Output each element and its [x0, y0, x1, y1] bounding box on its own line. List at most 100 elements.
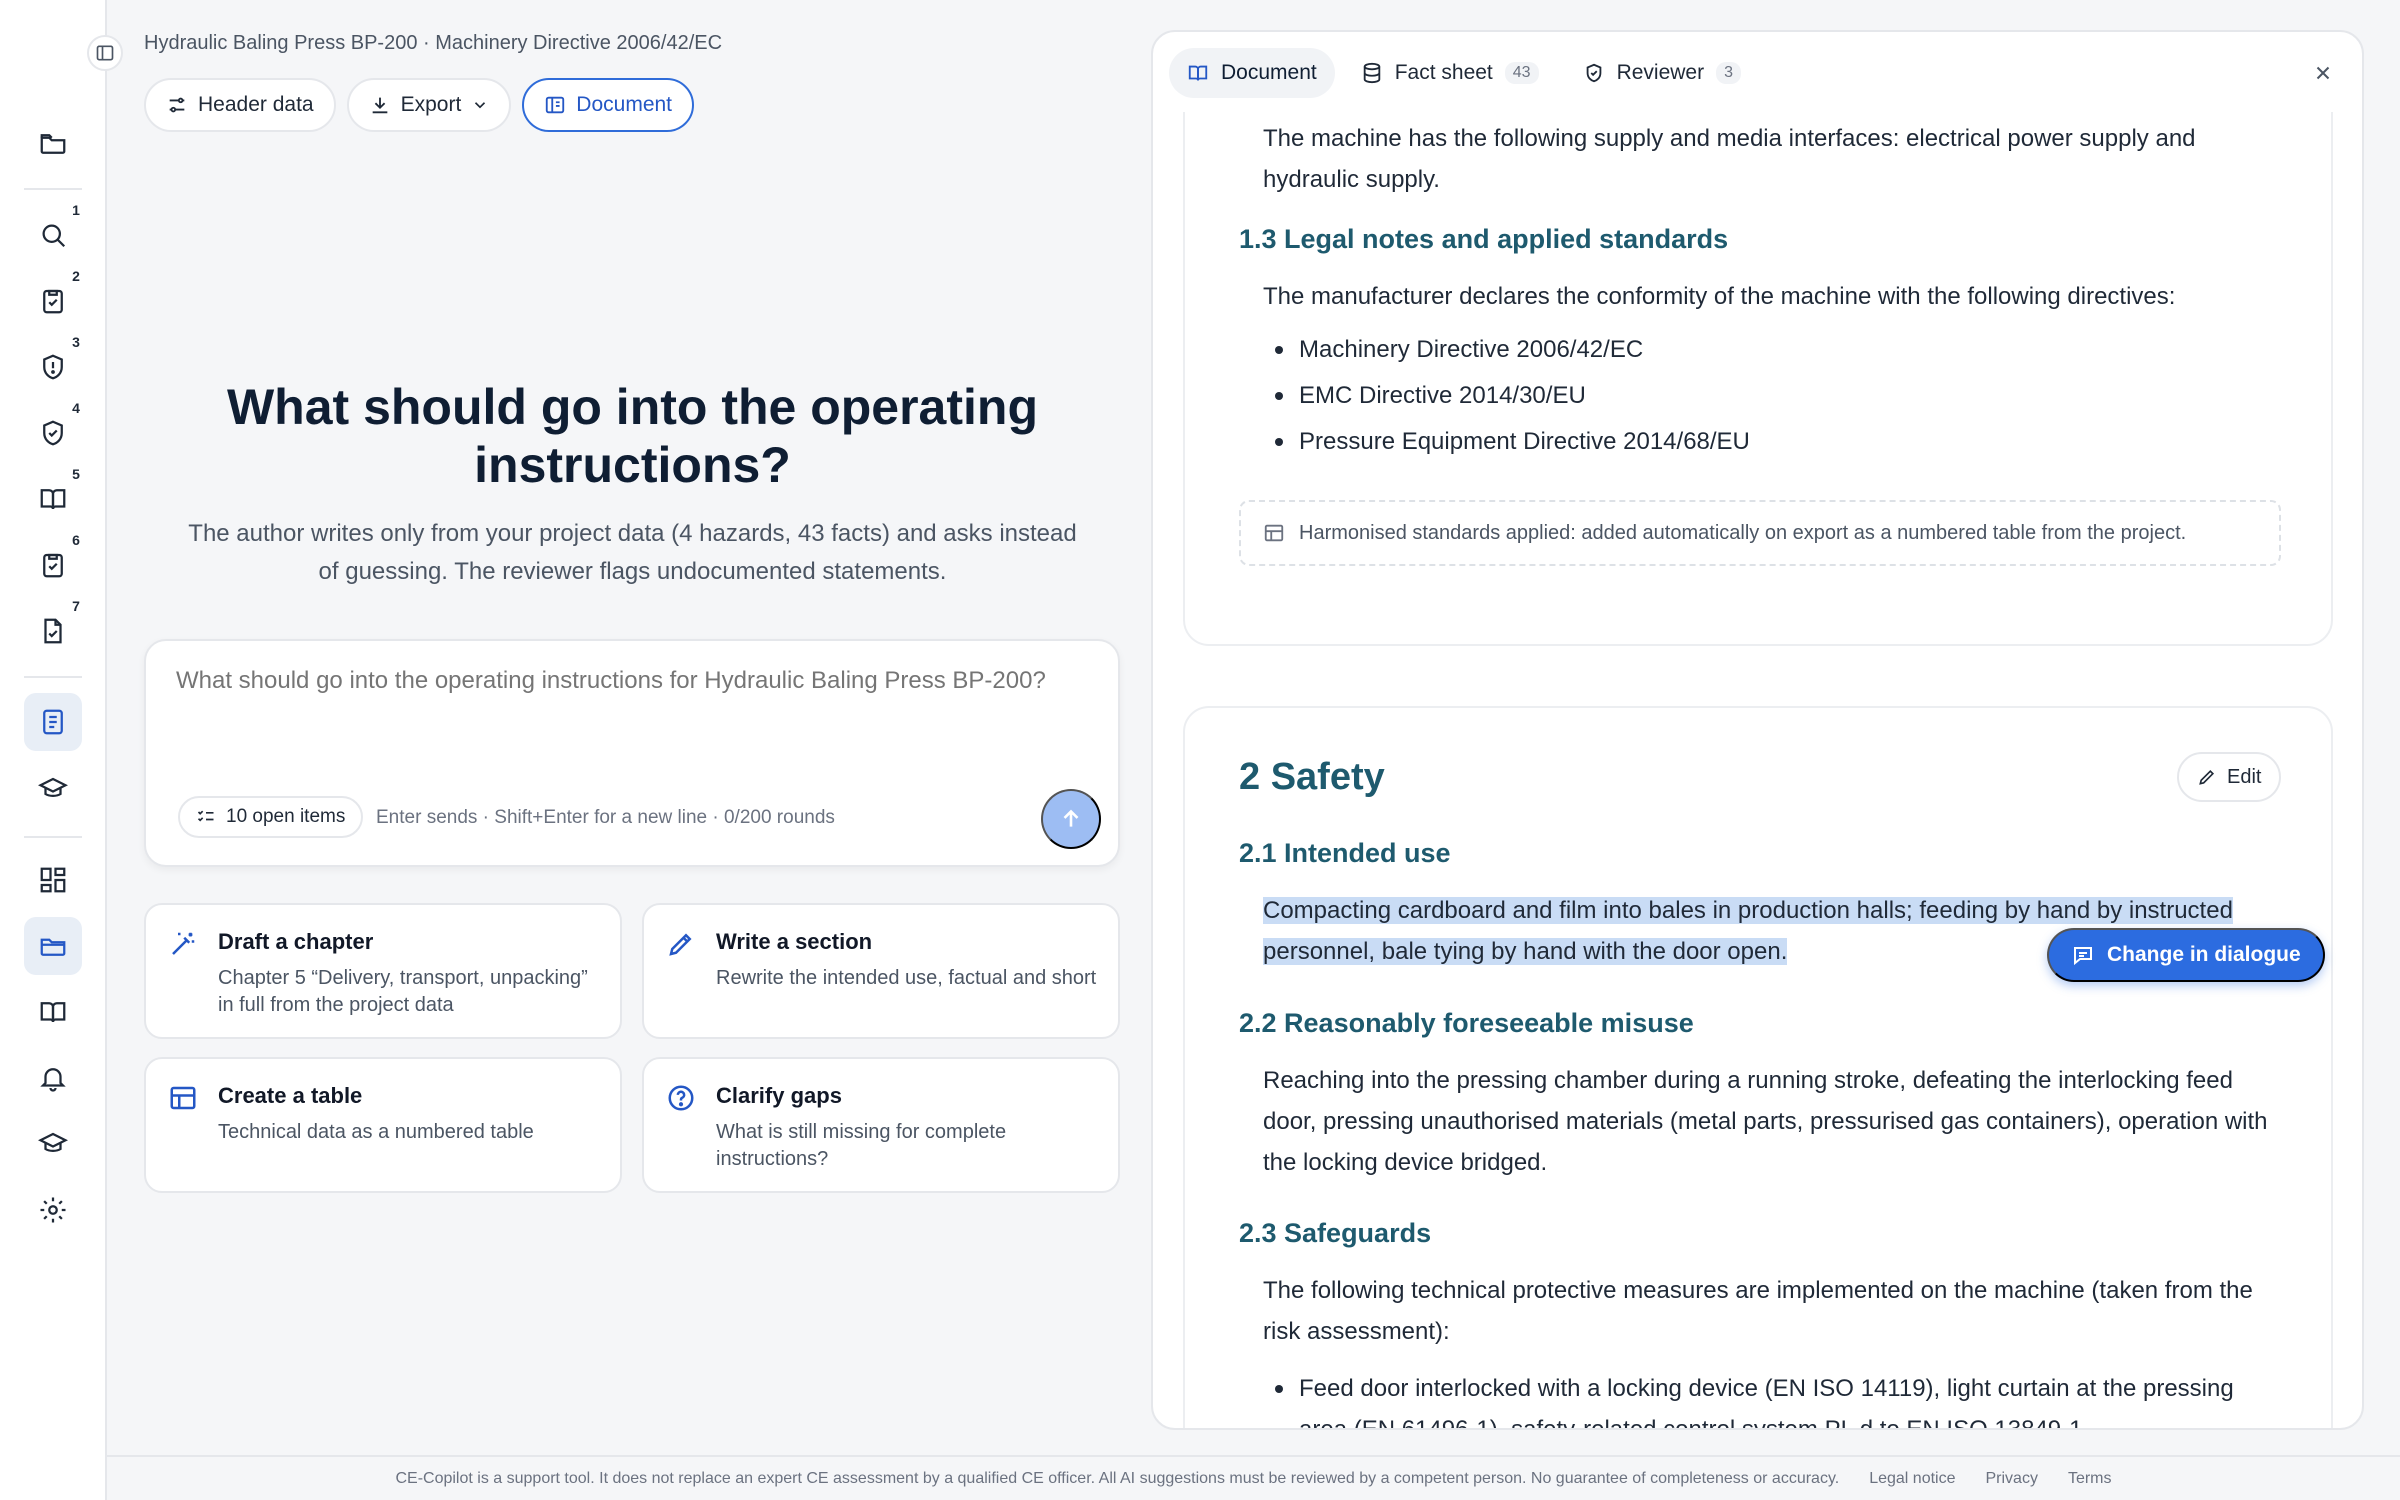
section-1-3-heading: 1.3 Legal notes and applied standards: [1239, 224, 1729, 254]
left-rail: 1 2 3 4 5 6 7: [0, 0, 107, 1500]
step-badge: 6: [66, 530, 86, 550]
section-2-2-heading: 2.2 Reasonably foreseeable misuse: [1239, 1008, 1694, 1038]
open-items-label: 10 open items: [226, 806, 346, 827]
toolbar: Header data Export Document: [144, 78, 695, 132]
table-icon: [168, 1083, 198, 1113]
composer-hint: Enter sends · Shift+Enter for a new line…: [376, 807, 835, 828]
close-icon[interactable]: [2312, 62, 2334, 84]
legal-notice-link[interactable]: Legal notice: [1869, 1470, 1955, 1488]
section-2-3-heading: 2.3 Safeguards: [1239, 1218, 1432, 1248]
prompt-composer: 10 open items Enter sends · Shift+Enter …: [144, 639, 1120, 867]
open-items-button[interactable]: 10 open items: [178, 796, 364, 838]
step-badge: 2: [66, 266, 86, 286]
dashboard-grid-icon[interactable]: [24, 851, 82, 909]
tab-label: Reviewer: [1616, 61, 1705, 84]
arrow-up-icon: [1063, 809, 1079, 827]
document-scroll-area[interactable]: The machine has the following supply and…: [1153, 112, 2362, 1428]
book-open-icon: [1188, 65, 1208, 81]
dialogue-label: Change in dialogue: [2107, 943, 2301, 966]
step-3-shield-alert-icon[interactable]: 3: [24, 332, 86, 396]
edit-button[interactable]: Edit: [2177, 752, 2282, 802]
suggestion-card-write-section[interactable]: Write a section Rewrite the intended use…: [642, 903, 1120, 1039]
graduation-cap-icon[interactable]: [24, 1115, 82, 1173]
document-panel: Document Fact sheet 43 Reviewer 3 The ma…: [1151, 30, 2364, 1430]
suggestion-card-draft-chapter[interactable]: Draft a chapter Chapter 5 “Delivery, tra…: [144, 903, 622, 1039]
card-description: What is still missing for complete instr…: [716, 1121, 1007, 1170]
card-title: Draft a chapter: [218, 929, 374, 954]
standards-note: Harmonised standards applied: added auto…: [1239, 500, 2281, 566]
pencil-icon: [666, 929, 696, 959]
safeguards-list: Feed door interlocked with a locking dev…: [1263, 1368, 2283, 1428]
step-badge: 3: [66, 332, 86, 352]
tab-count-badge: 43: [1504, 62, 1539, 84]
section-2-1-heading: 2.1 Intended use: [1239, 838, 1451, 868]
question-circle-icon: [666, 1083, 696, 1113]
footer-disclaimer: CE-Copilot is a support tool. It does no…: [395, 1469, 1840, 1487]
chapter-1-card: The machine has the following supply and…: [1183, 112, 2333, 646]
page-title: What should go into the operating instru…: [226, 379, 1038, 493]
document-label: Document: [576, 93, 673, 116]
misuse-paragraph: Reaching into the pressing chamber durin…: [1263, 1067, 2268, 1176]
directives-list: Machinery Directive 2006/42/EC EMC Direc…: [1263, 329, 2283, 467]
export-button[interactable]: Export: [346, 78, 512, 132]
card-title: Clarify gaps: [716, 1083, 842, 1108]
suggestion-card-create-table[interactable]: Create a table Technical data as a numbe…: [144, 1057, 622, 1193]
export-label: Export: [400, 93, 462, 116]
download-icon: [372, 97, 387, 114]
document-button[interactable]: Document: [522, 78, 695, 132]
sidebar-toggle-icon[interactable]: [87, 35, 123, 71]
interfaces-paragraph: The machine has the following supply and…: [1263, 125, 2196, 193]
library-book-icon[interactable]: [24, 983, 82, 1041]
card-description: Rewrite the intended use, factual and sh…: [716, 967, 1097, 989]
list-item: Feed door interlocked with a locking dev…: [1263, 1368, 2283, 1428]
panel-icon: [546, 96, 565, 114]
conformity-paragraph: The manufacturer declares the conformity…: [1263, 283, 2176, 310]
step-badge: 5: [66, 464, 86, 484]
tab-count-badge: 3: [1716, 62, 1742, 84]
bell-icon[interactable]: [24, 1049, 82, 1107]
step-badge: 4: [66, 398, 86, 418]
footer: CE-Copilot is a support tool. It does no…: [107, 1455, 2400, 1500]
step-badge: 7: [66, 596, 86, 616]
operating-instructions-icon[interactable]: [24, 693, 82, 751]
chapter-2-card: 2 Safety Edit 2.1 Intended use Compactin…: [1183, 706, 2333, 1428]
step-1-search-icon[interactable]: 1: [24, 200, 86, 264]
change-in-dialogue-button[interactable]: Change in dialogue: [2047, 928, 2325, 982]
magic-wand-icon: [168, 929, 198, 959]
suggestion-card-clarify-gaps[interactable]: Clarify gaps What is still missing for c…: [642, 1057, 1120, 1193]
panel-tabs: Document Fact sheet 43 Reviewer 3: [1169, 48, 1759, 98]
shield-check-icon: [1586, 63, 1601, 83]
card-title: Write a section: [716, 929, 873, 954]
list-item: Pressure Equipment Directive 2014/68/EU: [1263, 421, 2283, 462]
header-data-button[interactable]: Header data: [144, 78, 336, 132]
tab-document[interactable]: Document: [1169, 48, 1335, 98]
tab-label: Fact sheet: [1394, 61, 1493, 84]
step-6-clipboard-check-icon[interactable]: 6: [24, 530, 86, 594]
safeguards-paragraph: The following technical protective measu…: [1263, 1277, 2253, 1345]
chat-icon: [2074, 947, 2092, 966]
table-icon: [1264, 524, 1284, 542]
folder-open-icon[interactable]: [24, 917, 82, 975]
terms-link[interactable]: Terms: [2068, 1470, 2112, 1488]
chevron-down-icon: [475, 102, 486, 109]
tab-fact-sheet[interactable]: Fact sheet 43: [1343, 48, 1557, 98]
step-7-file-check-icon[interactable]: 7: [24, 596, 86, 660]
tab-label: Document: [1221, 61, 1317, 84]
privacy-link[interactable]: Privacy: [1986, 1470, 2038, 1488]
sliders-icon: [169, 97, 185, 113]
academy-cap-icon[interactable]: [24, 760, 82, 818]
note-text: Harmonised standards applied: added auto…: [1299, 521, 2187, 544]
send-button[interactable]: [1041, 789, 1101, 849]
step-5-book-icon[interactable]: 5: [24, 464, 86, 528]
breadcrumb: Hydraulic Baling Press BP-200 · Machiner…: [144, 32, 723, 54]
card-description: Technical data as a numbered table: [218, 1121, 534, 1143]
prompt-input[interactable]: [176, 667, 1096, 695]
settings-gear-icon[interactable]: [24, 1181, 82, 1239]
chapter-2-heading: 2 Safety: [1239, 756, 1385, 798]
step-2-clipboard-icon[interactable]: 2: [24, 266, 86, 330]
card-title: Create a table: [218, 1083, 363, 1108]
tab-reviewer[interactable]: Reviewer 3: [1565, 48, 1759, 98]
list-item: Machinery Directive 2006/42/EC: [1263, 329, 2283, 370]
step-4-shield-check-icon[interactable]: 4: [24, 398, 86, 462]
projects-folder-icon[interactable]: [24, 115, 82, 173]
